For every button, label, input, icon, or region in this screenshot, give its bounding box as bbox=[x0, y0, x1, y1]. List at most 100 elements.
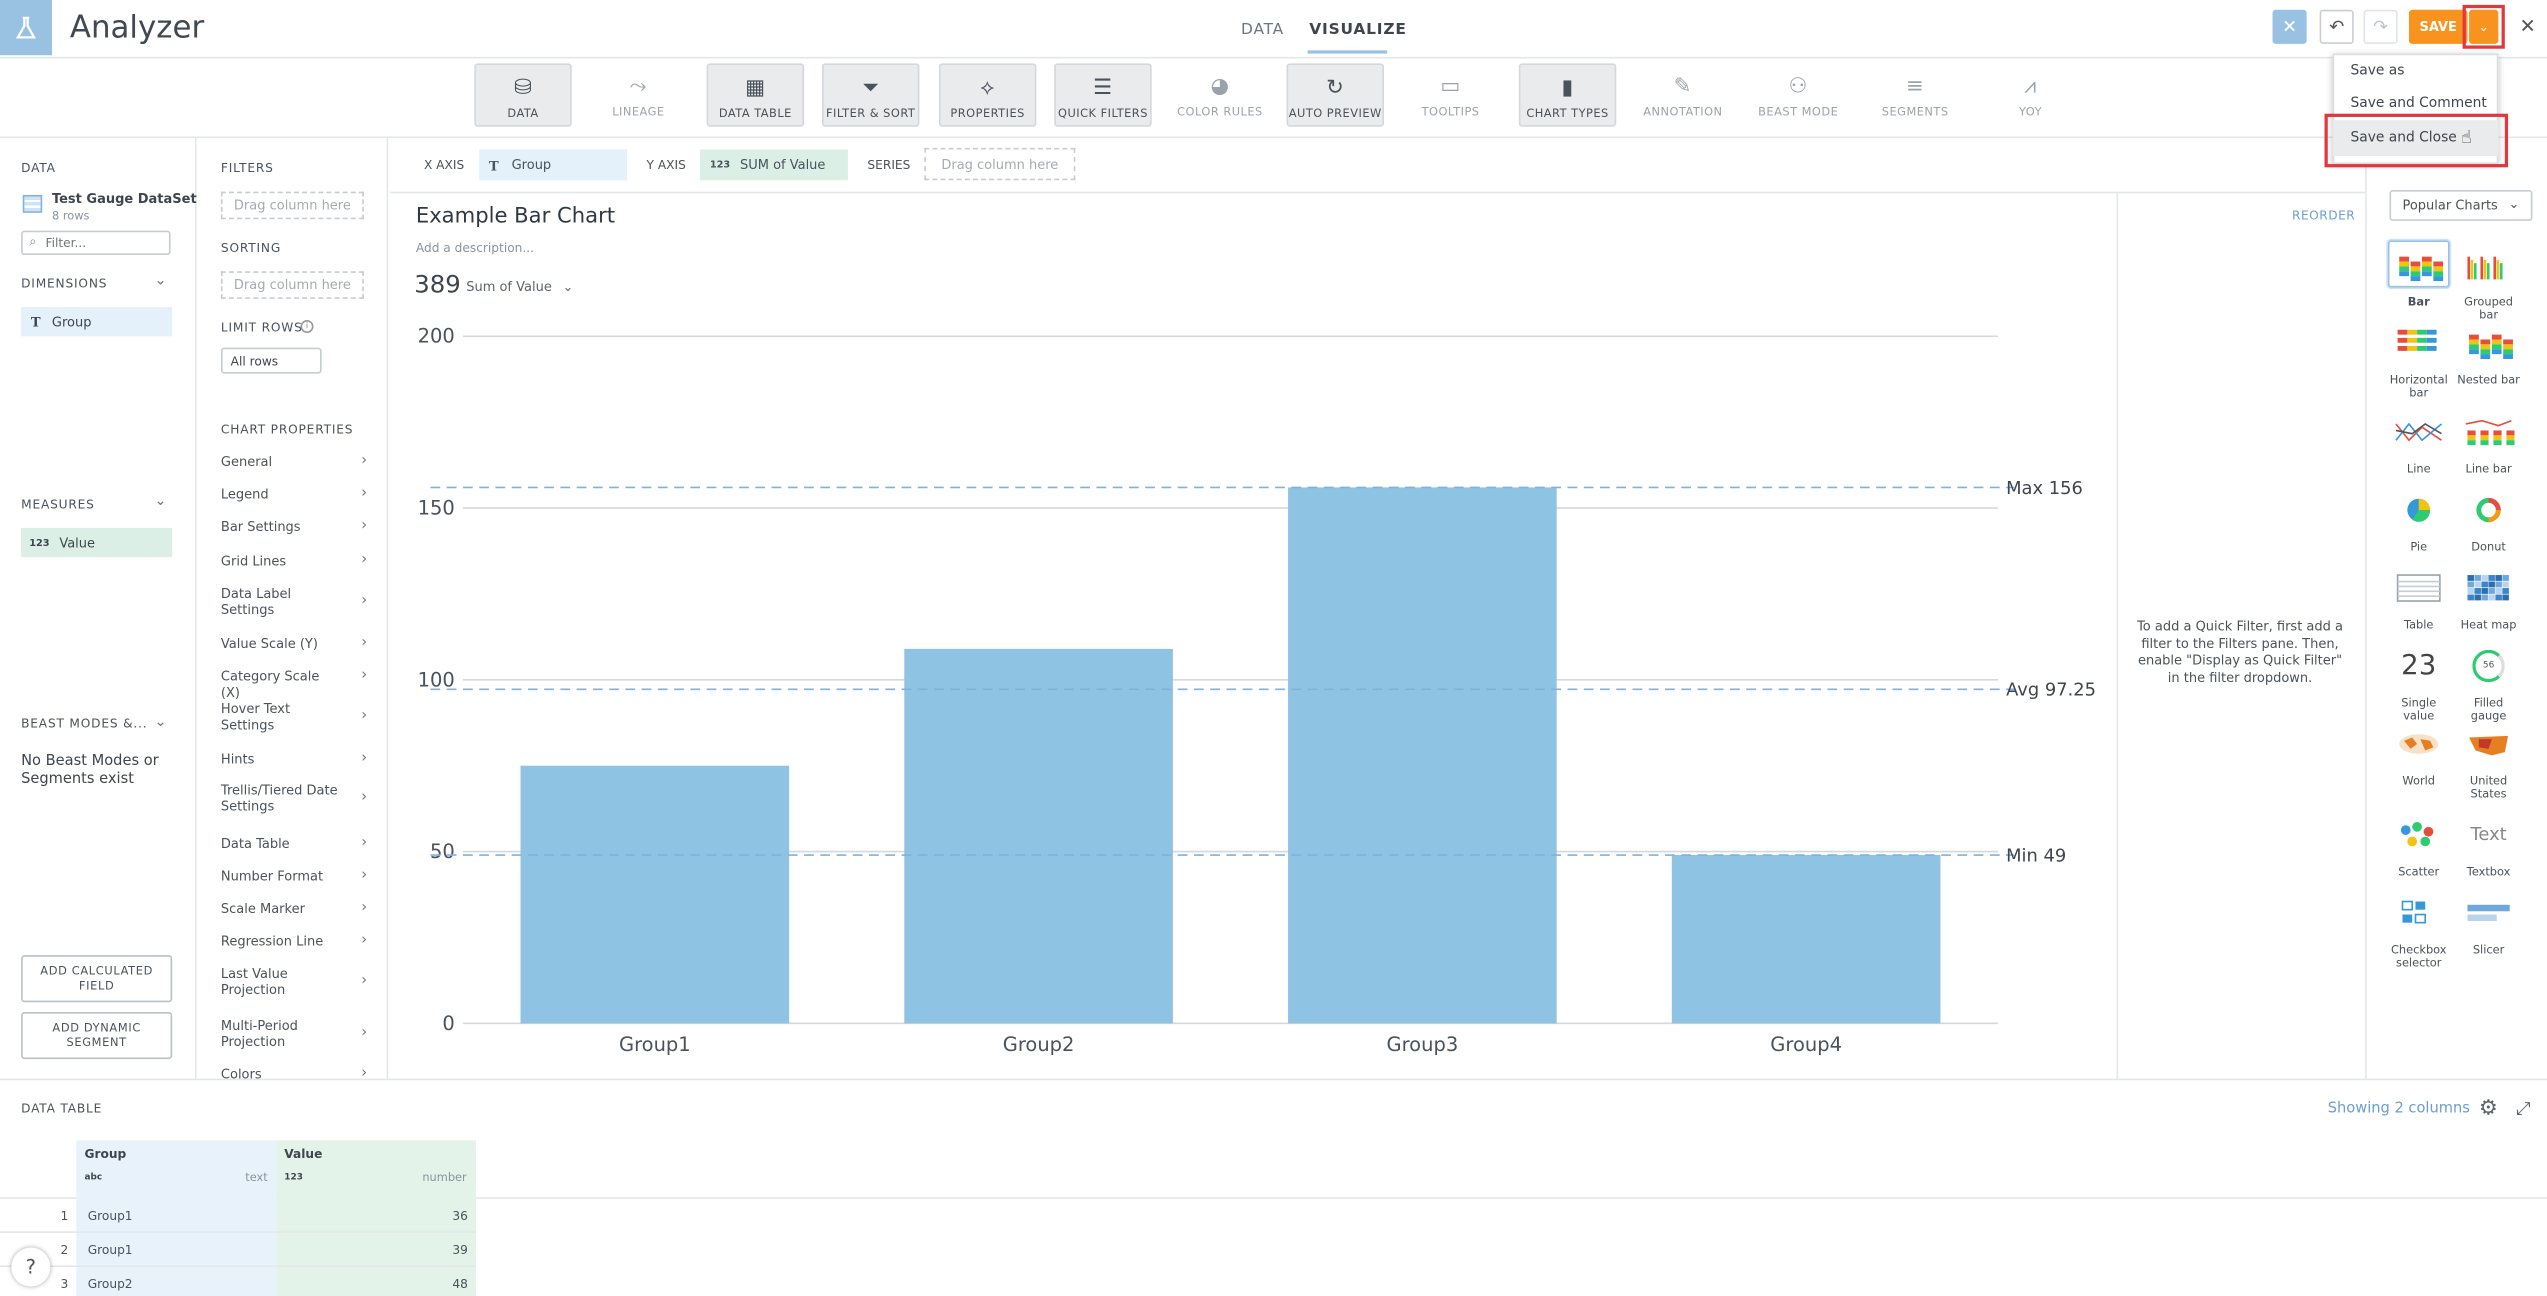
toolbar-item-beast-mode[interactable]: ⚇ BEAST MODE bbox=[1749, 63, 1846, 126]
chart-type-checkbox-selector[interactable]: Checkbox selector bbox=[2385, 889, 2453, 970]
property-bar-settings[interactable]: Bar Settings › bbox=[221, 518, 367, 536]
chevron-down-icon[interactable]: ⌄ bbox=[154, 715, 166, 731]
filters-drop-zone[interactable]: Drag column here bbox=[220, 191, 364, 220]
property-grid-lines[interactable]: Grid Lines › bbox=[221, 552, 367, 570]
chart-type-bar[interactable]: Bar bbox=[2385, 240, 2453, 309]
property-value-scale-y[interactable]: Value Scale (Y) › bbox=[220, 635, 367, 653]
bar[interactable] bbox=[1671, 855, 1941, 1024]
close-icon[interactable]: ✕ bbox=[2519, 15, 2535, 38]
chart-type-textbox[interactable]: Text Textbox bbox=[2454, 811, 2522, 879]
chart-type-line[interactable]: Line bbox=[2385, 408, 2453, 476]
bar[interactable] bbox=[520, 765, 790, 1024]
chart-type-united-states[interactable]: United States bbox=[2454, 720, 2522, 801]
field-filter-input[interactable] bbox=[45, 233, 166, 252]
save-as-menu-item[interactable]: Save as bbox=[2351, 63, 2405, 79]
property-general[interactable]: General › bbox=[220, 453, 367, 471]
series-drop-zone[interactable]: Drag column here bbox=[924, 147, 1076, 181]
property-scale-marker[interactable]: Scale Marker › bbox=[221, 900, 367, 918]
summary-label[interactable]: Sum of Value ⌄ bbox=[466, 279, 573, 294]
property-label: General bbox=[220, 454, 273, 470]
toolbar-item-annotation[interactable]: ✎ ANNOTATION bbox=[1634, 63, 1731, 126]
tab-data[interactable]: DATA bbox=[1241, 21, 1284, 39]
property-multi-period-projection[interactable]: Multi-Period Projection › bbox=[221, 1018, 367, 1050]
property-last-value-projection[interactable]: Last Value Projection › bbox=[221, 967, 367, 999]
measure-item-value[interactable]: 123 Value bbox=[21, 527, 173, 558]
table-row[interactable]: 2 Group1 39 bbox=[0, 1235, 476, 1266]
chart-type-line-bar[interactable]: Line bar bbox=[2454, 408, 2522, 476]
reorder-link[interactable]: REORDER bbox=[2292, 208, 2355, 223]
save-and-comment-menu-item[interactable]: Save and Comment bbox=[2351, 96, 2487, 112]
toolbar-item-tooltips[interactable]: ▭ TOOLTIPS bbox=[1402, 63, 1499, 126]
y-axis-field[interactable]: 123 SUM of Value bbox=[700, 149, 848, 181]
chart-title[interactable]: Example Bar Chart bbox=[416, 205, 615, 229]
column-header-group[interactable]: Group bbox=[84, 1147, 126, 1162]
bar[interactable] bbox=[1288, 487, 1557, 1024]
chart-type-filled-gauge[interactable]: 56 Filled gauge bbox=[2454, 642, 2522, 723]
chart-type-pie[interactable]: Pie bbox=[2385, 486, 2453, 554]
property-hover-text-settings[interactable]: Hover Text Settings › bbox=[221, 702, 367, 734]
info-icon[interactable]: i bbox=[300, 320, 314, 334]
expand-icon[interactable]: ⤢ bbox=[2516, 1098, 2530, 1121]
property-data-label-settings[interactable]: Data Label Settings › bbox=[221, 586, 367, 618]
field-filter[interactable]: ⌕ bbox=[21, 230, 171, 256]
chart-type-grouped-bar[interactable]: Grouped bar bbox=[2454, 240, 2522, 322]
dimension-item-group[interactable]: T Group bbox=[21, 307, 173, 337]
gear-icon[interactable]: ⚙ bbox=[2479, 1096, 2498, 1120]
toolbar-item-quick-filters[interactable]: ☰ QUICK FILTERS bbox=[1054, 63, 1152, 127]
limit-rows-select[interactable]: All rows bbox=[220, 347, 322, 374]
tab-visualize[interactable]: VISUALIZE bbox=[1309, 21, 1406, 39]
chart-type-single-value[interactable]: 23 Single value bbox=[2385, 642, 2453, 723]
property-category-scale-x[interactable]: Category Scale (X) › bbox=[221, 668, 367, 700]
toolbar-item-filter-sort[interactable]: ⏷ FILTER & SORT bbox=[821, 63, 920, 127]
toolbar-item-label: COLOR RULES bbox=[1177, 105, 1263, 119]
toolbar-item-color-rules[interactable]: ◕ COLOR RULES bbox=[1171, 63, 1268, 126]
analyzer-logo[interactable] bbox=[0, 0, 52, 56]
save-options-button[interactable]: ⌄ bbox=[2469, 9, 2499, 44]
chart-category-label: Popular Charts bbox=[2402, 198, 2498, 213]
toolbar-item-chart-types[interactable]: ▮ CHART TYPES bbox=[1518, 63, 1617, 127]
dataset-name[interactable]: Test Gauge DataSet bbox=[52, 192, 197, 207]
toolbar-item-properties[interactable]: ⟡ PROPERTIES bbox=[938, 63, 1037, 127]
property-number-format[interactable]: Number Format › bbox=[221, 867, 367, 885]
property-hints[interactable]: Hints › bbox=[221, 750, 367, 768]
property-trellis-tiered-date-settings[interactable]: Trellis/Tiered Date Settings › bbox=[221, 783, 367, 815]
chart-type-slicer[interactable]: Slicer bbox=[2454, 889, 2522, 957]
chart-type-table[interactable]: Table bbox=[2385, 564, 2453, 632]
tools-button[interactable]: ✕ bbox=[2272, 9, 2307, 44]
toolbar-item-yoy[interactable]: ⩘ YOY bbox=[1982, 63, 2079, 126]
toolbar-item-data-table[interactable]: ▦ DATA TABLE bbox=[706, 63, 805, 127]
toolbar-item-segments[interactable]: ≡ SEGMENTS bbox=[1866, 63, 1963, 126]
chart-type-scatter[interactable]: Scatter bbox=[2385, 811, 2453, 879]
chart-type-donut[interactable]: Donut bbox=[2454, 486, 2522, 554]
chart-category-select[interactable]: Popular Charts ⌄ bbox=[2389, 190, 2533, 221]
chart-type-nested-bar[interactable]: Nested bar bbox=[2454, 318, 2522, 387]
help-button[interactable]: ? bbox=[11, 1247, 51, 1287]
chart-type-heat-map[interactable]: Heat map bbox=[2454, 564, 2522, 632]
toolbar-item-auto-preview[interactable]: ↻ AUTO PREVIEW bbox=[1286, 63, 1384, 127]
table-row[interactable]: 3 Group2 48 bbox=[0, 1269, 476, 1296]
add-calculated-field-button[interactable]: ADD CALCULATED FIELD bbox=[21, 955, 173, 1003]
property-label: Value Scale (Y) bbox=[220, 636, 318, 652]
search-icon: ⌕ bbox=[29, 233, 37, 249]
y-tick-label: 50 bbox=[430, 840, 455, 863]
property-data-table[interactable]: Data Table › bbox=[221, 835, 367, 853]
redo-button[interactable]: ↷ bbox=[2363, 9, 2398, 44]
add-dynamic-segment-button[interactable]: ADD DYNAMIC SEGMENT bbox=[21, 1012, 173, 1060]
sorting-drop-zone[interactable]: Drag column here bbox=[220, 271, 364, 299]
bar[interactable] bbox=[904, 648, 1173, 1024]
property-legend[interactable]: Legend › bbox=[221, 486, 367, 503]
chart-description[interactable]: Add a description... bbox=[416, 240, 534, 255]
showing-columns-link[interactable]: Showing 2 columns bbox=[2328, 1101, 2470, 1117]
table-row[interactable]: 1 Group1 36 bbox=[0, 1200, 476, 1231]
column-header-value[interactable]: Value bbox=[284, 1147, 322, 1162]
property-regression-line[interactable]: Regression Line › bbox=[221, 932, 367, 950]
toolbar-item-data[interactable]: ⛁ DATA bbox=[474, 63, 572, 127]
save-button[interactable]: SAVE bbox=[2408, 9, 2468, 44]
chevron-down-icon[interactable]: ⌄ bbox=[154, 494, 166, 510]
chart-type-horizontal-bar[interactable]: Horizontal bar bbox=[2385, 318, 2453, 400]
undo-button[interactable]: ↶ bbox=[2319, 9, 2354, 44]
chevron-down-icon[interactable]: ⌄ bbox=[154, 273, 166, 289]
toolbar-item-lineage[interactable]: ⤳ LINEAGE bbox=[590, 63, 687, 126]
chart-type-world[interactable]: World bbox=[2385, 720, 2453, 788]
x-axis-field[interactable]: T Group bbox=[479, 149, 628, 181]
